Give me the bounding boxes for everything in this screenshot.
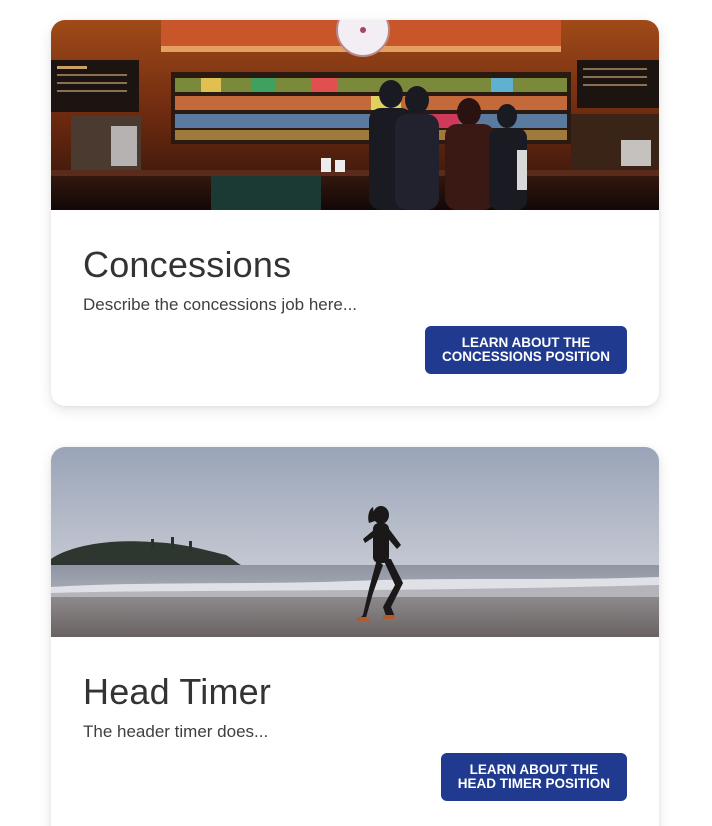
page: Concessions Describe the concessions job… <box>0 0 712 826</box>
learn-about-concessions-button[interactable]: LEARN ABOUT THE CONCESSIONS POSITION <box>424 326 627 374</box>
card-description: The header timer does... <box>83 722 269 741</box>
concession-stand-image <box>51 20 659 210</box>
button-label-line2: HEAD TIMER POSITION <box>457 776 610 791</box>
card-title: Concessions <box>83 244 292 285</box>
learn-about-head-timer-button[interactable]: LEARN ABOUT THE HEAD TIMER POSITION <box>440 753 627 801</box>
button-label-line2: CONCESSIONS POSITION <box>441 349 610 364</box>
button-label-line1: LEARN ABOUT THE <box>469 762 599 777</box>
beach-runner-image <box>51 447 659 637</box>
job-card-head-timer: Head Timer The header timer does... LEAR… <box>51 447 659 826</box>
card-description: Describe the concessions job here... <box>83 295 358 314</box>
job-card-concessions: Concessions Describe the concessions job… <box>51 20 659 406</box>
card-title: Head Timer <box>83 671 272 712</box>
button-label-line1: LEARN ABOUT THE <box>461 335 591 350</box>
